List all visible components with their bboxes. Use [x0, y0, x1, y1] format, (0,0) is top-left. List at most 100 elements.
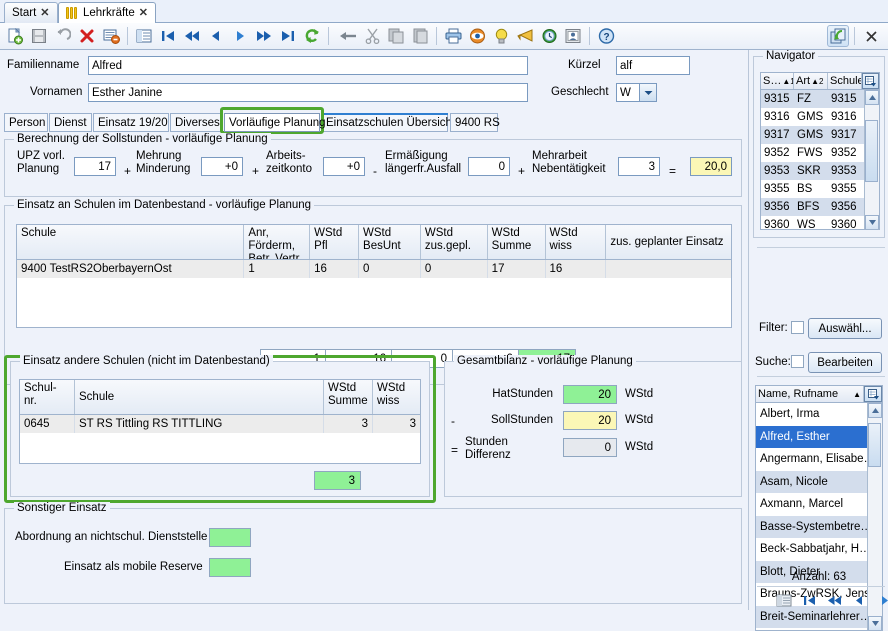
grid-row[interactable]: 9352 FWS 9352 — [761, 144, 879, 162]
grid-row[interactable]: 9315 FZ 9315 — [761, 90, 879, 108]
col-schulnr[interactable]: Schul- nr. — [20, 380, 75, 414]
grid-row[interactable]: 9356 BFS 9356 — [761, 198, 879, 216]
tab-9400-rs[interactable]: 9400 RS — [450, 113, 500, 132]
col-wstd-wiss[interactable]: WStd wiss — [546, 225, 607, 259]
prev-record-icon[interactable] — [848, 590, 870, 610]
filter-auswahl-button[interactable]: Auswähl... — [808, 318, 882, 339]
close-icon[interactable]: ✕ — [139, 7, 148, 19]
list-item-selected[interactable]: Alfred, Esther — [756, 425, 882, 448]
table-view-icon[interactable] — [133, 25, 155, 47]
list-item[interactable]: Albert, Irma — [756, 403, 882, 426]
prev-page-icon[interactable] — [823, 590, 845, 610]
copy-icon[interactable] — [385, 25, 407, 47]
refresh-icon[interactable] — [301, 25, 323, 47]
window-tab-lehrkraefte[interactable]: Lehrkräfte ✕ — [58, 2, 156, 23]
familienname-input[interactable]: Alfred — [88, 56, 528, 75]
announcement-icon[interactable] — [514, 25, 536, 47]
suche-bearbeiten-button[interactable]: Bearbeiten — [808, 352, 882, 373]
col-art-header[interactable]: Art ▲2 — [794, 73, 828, 89]
tab-einsatzschulen-uebersicht[interactable]: Einsatzschulen Übersicht — [321, 113, 455, 132]
abordnung-input[interactable] — [209, 528, 251, 547]
first-record-icon[interactable] — [157, 25, 179, 47]
geschlecht-input[interactable]: W — [616, 83, 640, 102]
grid-settings-icon[interactable] — [862, 73, 879, 89]
contact-card-icon[interactable] — [562, 25, 584, 47]
col-wstd-summe[interactable]: WStd Summe — [488, 225, 546, 259]
col-zus-geplanter-einsatz[interactable]: zus. geplanter Einsatz — [606, 225, 731, 259]
kuerzel-input[interactable]: alf — [616, 56, 690, 75]
filter-checkbox[interactable] — [791, 321, 804, 334]
scroll-thumb[interactable] — [865, 120, 878, 182]
mehrarbeit-input[interactable]: 3 — [618, 157, 660, 176]
arbeitszeitkonto-input[interactable]: +0 — [323, 157, 365, 176]
col-anr-foerderm[interactable]: Anr, Förderm, Betr, Vertr. — [244, 225, 311, 259]
delete-icon[interactable] — [76, 25, 98, 47]
col-schule[interactable]: Schule — [17, 225, 245, 259]
col-wstd-pfl[interactable]: WStd Pfl — [310, 225, 360, 259]
last-record-icon[interactable] — [277, 25, 299, 47]
list-item[interactable]: Asam, Nicole — [756, 470, 882, 493]
grid-settings-icon[interactable] — [864, 386, 882, 402]
col-wstd-summe-2[interactable]: WStd Summe — [324, 380, 373, 414]
col-schulnr-header[interactable]: S… ▲1 — [761, 73, 794, 89]
upz-input[interactable]: 17 — [74, 157, 116, 176]
school-grid-scrollbar[interactable] — [864, 90, 879, 229]
table-row[interactable]: 9400 TestRS2OberbayernOst 1 16 0 0 17 16 — [17, 260, 731, 278]
scroll-down-icon[interactable] — [868, 616, 882, 630]
chevron-down-icon[interactable] — [640, 83, 657, 102]
tab-vorlaeufige-planung[interactable]: Vorläufige Planung — [224, 113, 326, 132]
alarm-clock-icon[interactable] — [538, 25, 560, 47]
help-icon[interactable]: ? — [595, 25, 617, 47]
suche-checkbox[interactable] — [791, 355, 804, 368]
next-record-icon[interactable] — [873, 590, 888, 610]
grid-row[interactable]: 9353 SKR 9353 — [761, 162, 879, 180]
scroll-up-icon[interactable] — [865, 90, 879, 105]
list-item[interactable]: Angermann, Elisabe… — [756, 448, 882, 471]
scroll-up-icon[interactable] — [868, 403, 882, 418]
next-page-icon[interactable] — [253, 25, 275, 47]
col-schule-2[interactable]: Schule — [75, 380, 324, 414]
table-view-icon[interactable] — [773, 590, 795, 610]
mobile-reserve-input[interactable] — [209, 558, 251, 577]
cut-icon[interactable] — [361, 25, 383, 47]
tab-person[interactable]: Person — [4, 113, 48, 132]
tab-diverses[interactable]: Diverses — [170, 113, 223, 132]
grid-row[interactable]: 9360 WS 9360 — [761, 216, 879, 229]
new-record-icon[interactable] — [4, 25, 26, 47]
col-wstd-besunt[interactable]: WStd BesUnt — [359, 225, 421, 259]
prev-page-icon[interactable] — [181, 25, 203, 47]
list-item[interactable]: Axmann, Marcel — [756, 493, 882, 516]
tab-dienst[interactable]: Dienst — [49, 113, 92, 132]
col-wstd-wiss-2[interactable]: WStd wiss — [373, 380, 420, 414]
print-icon[interactable] — [442, 25, 464, 47]
grid-row[interactable]: 9355 BS 9355 — [761, 180, 879, 198]
grid-row[interactable]: 9316 GMS 9316 — [761, 108, 879, 126]
export-icon[interactable] — [827, 25, 849, 47]
window-tab-start[interactable]: Start ✕ — [4, 2, 58, 23]
mehrung-input[interactable]: +0 — [201, 157, 243, 176]
undo-icon[interactable] — [52, 25, 74, 47]
grid-row[interactable]: 9317 GMS 9317 — [761, 126, 879, 144]
ermaessigung-input[interactable]: 0 — [468, 157, 510, 176]
col-wstd-zusgepl[interactable]: WStd zus.gepl. — [421, 225, 488, 259]
first-record-icon[interactable] — [798, 590, 820, 610]
table-row[interactable]: 0645 ST RS Tittling RS TITTLING 3 3 — [20, 415, 420, 433]
prev-record-icon[interactable] — [205, 25, 227, 47]
save-icon[interactable] — [28, 25, 50, 47]
hint-bulb-icon[interactable] — [490, 25, 512, 47]
list-item[interactable]: Beck-Sabbatjahr, H… — [756, 538, 882, 561]
col-name-rufname-header[interactable]: Name, Rufname ▲ — [756, 386, 864, 402]
scroll-down-icon[interactable] — [865, 215, 879, 229]
preview-eye-icon[interactable] — [466, 25, 488, 47]
delete-list-icon[interactable] — [100, 25, 122, 47]
close-window-icon[interactable] — [860, 25, 882, 47]
list-item[interactable]: Basse-Systembetre… — [756, 515, 882, 538]
col-schule-header[interactable]: Schule — [828, 73, 862, 89]
vornamen-input[interactable]: Esther Janine — [88, 83, 528, 102]
paste-icon[interactable] — [409, 25, 431, 47]
tab-einsatz-1920[interactable]: Einsatz 19/20 — [93, 113, 169, 132]
next-record-icon[interactable] — [229, 25, 251, 47]
back-arrow-icon[interactable] — [337, 25, 359, 47]
scroll-thumb[interactable] — [868, 423, 881, 467]
close-icon[interactable]: ✕ — [40, 7, 49, 19]
